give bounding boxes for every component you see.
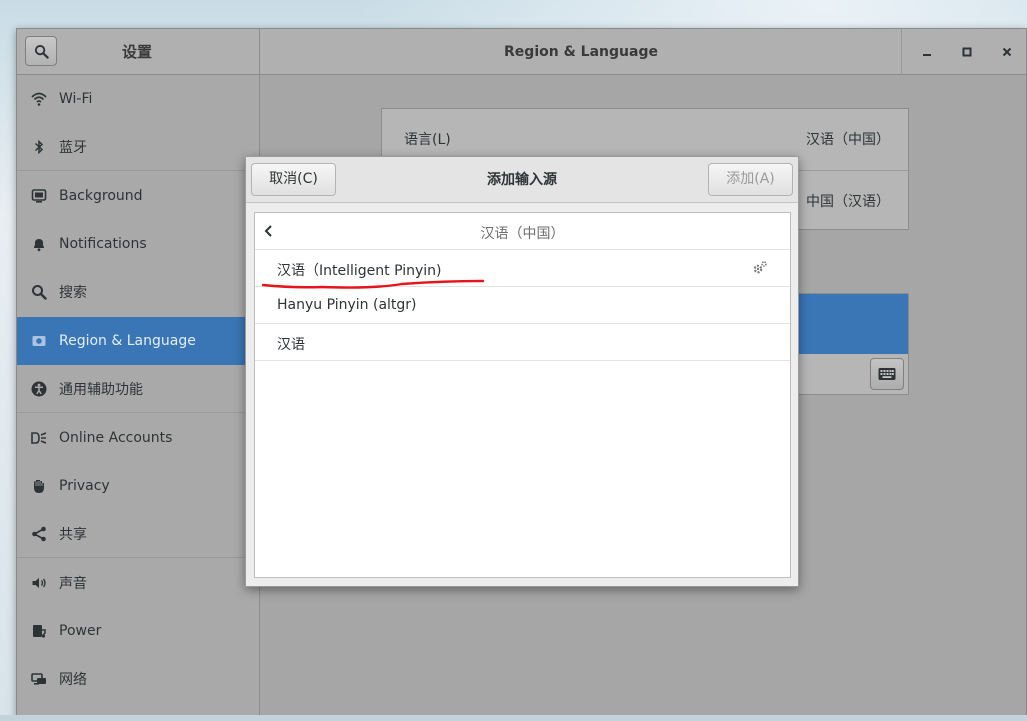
minimize-button[interactable] bbox=[916, 41, 938, 63]
dialog-header: 取消(C) 添加输入源 添加(A) bbox=[246, 157, 798, 203]
sidebar-item-label: Online Accounts bbox=[59, 430, 173, 446]
sidebar-item-region-language[interactable]: Region & Language bbox=[17, 317, 260, 365]
input-source-list: 汉语（中国） 汉语（Intelligent Pinyin) Hanyu Piny… bbox=[254, 212, 791, 578]
wifi-icon bbox=[31, 91, 47, 107]
sidebar-item-label: Region & Language bbox=[59, 333, 196, 349]
sidebar: Wi-Fi 蓝牙 Background Notifications 搜索 Reg… bbox=[17, 75, 260, 717]
speaker-icon bbox=[31, 575, 47, 591]
bluetooth-icon bbox=[31, 139, 47, 155]
close-button[interactable] bbox=[996, 41, 1018, 63]
sidebar-title: 设置 bbox=[121, 43, 152, 61]
accessibility-icon bbox=[31, 381, 47, 397]
sidebar-item-label: Wi-Fi bbox=[59, 91, 93, 107]
network-icon bbox=[31, 671, 47, 687]
list-item[interactable]: 汉语 bbox=[255, 324, 790, 361]
red-underline-annotation bbox=[262, 279, 484, 289]
cancel-button[interactable]: 取消(C) bbox=[251, 163, 336, 196]
online-accounts-icon bbox=[31, 430, 47, 446]
sidebar-item-search[interactable]: 搜索 bbox=[17, 268, 260, 316]
sidebar-item-label: 共享 bbox=[59, 526, 87, 543]
keyboard-icon bbox=[878, 368, 896, 380]
sidebar-item-network[interactable]: 网络 bbox=[17, 655, 260, 703]
desktop-bottom-edge bbox=[0, 715, 1027, 721]
sidebar-item-online-accounts[interactable]: Online Accounts bbox=[17, 414, 260, 462]
region-icon bbox=[31, 333, 47, 349]
hand-icon bbox=[31, 478, 47, 494]
add-input-source-dialog: 取消(C) 添加输入源 添加(A) 汉语（中国） 汉语（Intelligent … bbox=[245, 156, 799, 587]
bell-icon bbox=[31, 236, 47, 252]
sidebar-item-background[interactable]: Background bbox=[17, 172, 260, 220]
sidebar-item-accessibility[interactable]: 通用辅助功能 bbox=[17, 365, 260, 413]
power-icon bbox=[31, 623, 47, 639]
maximize-button[interactable] bbox=[956, 41, 978, 63]
sidebar-item-label: 网络 bbox=[59, 672, 87, 688]
sidebar-item-sound[interactable]: 声音 bbox=[17, 559, 260, 607]
sidebar-item-label: 声音 bbox=[59, 576, 87, 592]
sidebar-item-bluetooth[interactable]: 蓝牙 bbox=[17, 123, 260, 171]
background-icon bbox=[31, 188, 47, 204]
language-value: 汉语（中国） bbox=[806, 132, 890, 148]
dialog-title: 添加输入源 bbox=[487, 172, 557, 188]
sidebar-item-label: Notifications bbox=[59, 236, 147, 252]
sidebar-item-wifi[interactable]: Wi-Fi bbox=[17, 75, 260, 123]
sidebar-item-label: 蓝牙 bbox=[59, 139, 87, 156]
sidebar-item-sharing[interactable]: 共享 bbox=[17, 510, 260, 558]
formats-value: 中国（汉语） bbox=[806, 194, 890, 210]
sidebar-item-privacy[interactable]: Privacy bbox=[17, 462, 260, 510]
add-button[interactable]: 添加(A) bbox=[708, 163, 793, 196]
search-icon bbox=[34, 44, 49, 59]
gear-icon[interactable] bbox=[752, 260, 768, 276]
back-row[interactable]: 汉语（中国） bbox=[255, 213, 790, 250]
sidebar-item-label: Power bbox=[59, 623, 102, 639]
list-item-label: Hanyu Pinyin (altgr) bbox=[277, 297, 417, 313]
share-icon bbox=[31, 526, 47, 542]
sidebar-item-label: Background bbox=[59, 188, 143, 204]
list-item-label: 汉语 bbox=[277, 337, 305, 353]
keyboard-layout-button[interactable] bbox=[870, 358, 904, 390]
maximize-icon bbox=[962, 47, 972, 57]
list-item-label: 汉语（Intelligent Pinyin) bbox=[277, 263, 442, 279]
language-label: 语言(L) bbox=[404, 132, 451, 148]
search-button[interactable] bbox=[25, 36, 57, 66]
sidebar-item-notifications[interactable]: Notifications bbox=[17, 220, 260, 268]
header-bar: 设置 Region & Language bbox=[17, 29, 1026, 75]
sidebar-header: 设置 bbox=[17, 29, 260, 75]
close-icon bbox=[1002, 47, 1012, 57]
search-icon bbox=[31, 284, 47, 300]
sidebar-item-power[interactable]: Power bbox=[17, 607, 260, 655]
window-controls bbox=[901, 29, 1026, 75]
minimize-icon bbox=[923, 54, 931, 56]
sidebar-item-label: 通用辅助功能 bbox=[59, 381, 143, 398]
sidebar-item-label: 搜索 bbox=[59, 285, 87, 301]
back-row-title: 汉语（中国） bbox=[480, 226, 565, 242]
page-title: Region & Language bbox=[504, 44, 658, 60]
sidebar-item-label: Privacy bbox=[59, 478, 110, 494]
list-item[interactable]: Hanyu Pinyin (altgr) bbox=[255, 287, 790, 324]
